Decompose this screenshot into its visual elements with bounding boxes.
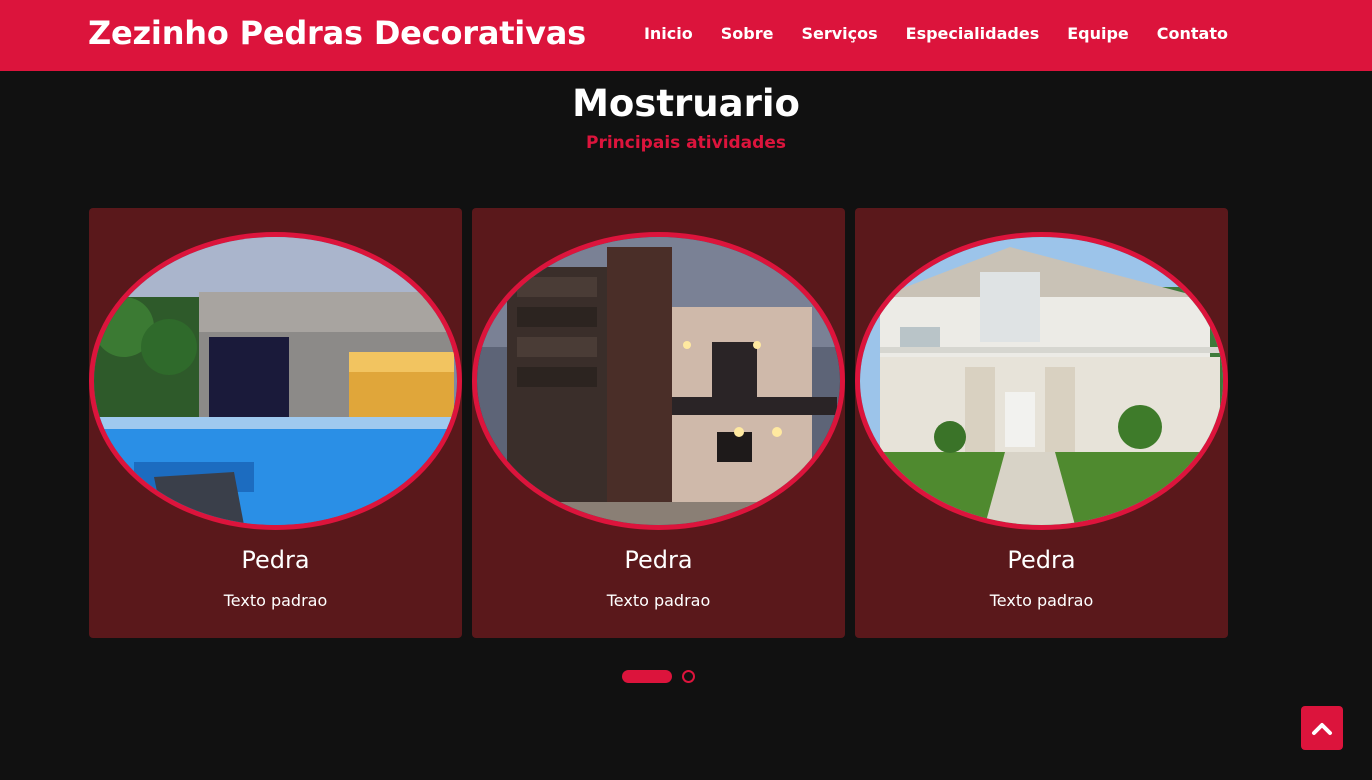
nav-link-sobre[interactable]: Sobre xyxy=(721,24,774,43)
back-to-top-button[interactable] xyxy=(1301,706,1343,750)
showcase-carousel: Pedra Texto padrao Pedra Texto padrao Pe… xyxy=(89,208,1228,638)
carousel-dot-active[interactable] xyxy=(622,670,672,683)
card-title: Pedra xyxy=(241,546,310,574)
house-with-pool-image xyxy=(89,232,462,530)
carousel-dot[interactable] xyxy=(682,670,695,683)
card-title: Pedra xyxy=(624,546,693,574)
nav-link-especialidades[interactable]: Especialidades xyxy=(906,24,1040,43)
nav-link-inicio[interactable]: Inicio xyxy=(644,24,693,43)
section-subtitle: Principais atividades xyxy=(586,133,786,153)
modern-stone-facade-image xyxy=(472,232,845,530)
nav-link-equipe[interactable]: Equipe xyxy=(1067,24,1129,43)
navbar: Zezinho Pedras Decorativas Inicio Sobre … xyxy=(0,0,1372,71)
card-text: Texto padrao xyxy=(989,591,1094,610)
white-house-garden-image xyxy=(855,232,1228,530)
nav-link-contato[interactable]: Contato xyxy=(1157,24,1228,43)
showcase-card[interactable]: Pedra Texto padrao xyxy=(472,208,845,638)
carousel-pagination xyxy=(622,670,695,683)
showcase-card[interactable]: Pedra Texto padrao xyxy=(89,208,462,638)
card-text: Texto padrao xyxy=(223,591,328,610)
card-title: Pedra xyxy=(1007,546,1076,574)
card-text: Texto padrao xyxy=(606,591,711,610)
main-nav: Inicio Sobre Serviços Especialidades Equ… xyxy=(644,24,1228,43)
brand-logo[interactable]: Zezinho Pedras Decorativas xyxy=(88,14,586,52)
section-title: Mostruario xyxy=(572,82,800,125)
showcase-card[interactable]: Pedra Texto padrao xyxy=(855,208,1228,638)
chevron-up-icon xyxy=(1312,723,1332,735)
nav-link-servicos[interactable]: Serviços xyxy=(801,24,877,43)
